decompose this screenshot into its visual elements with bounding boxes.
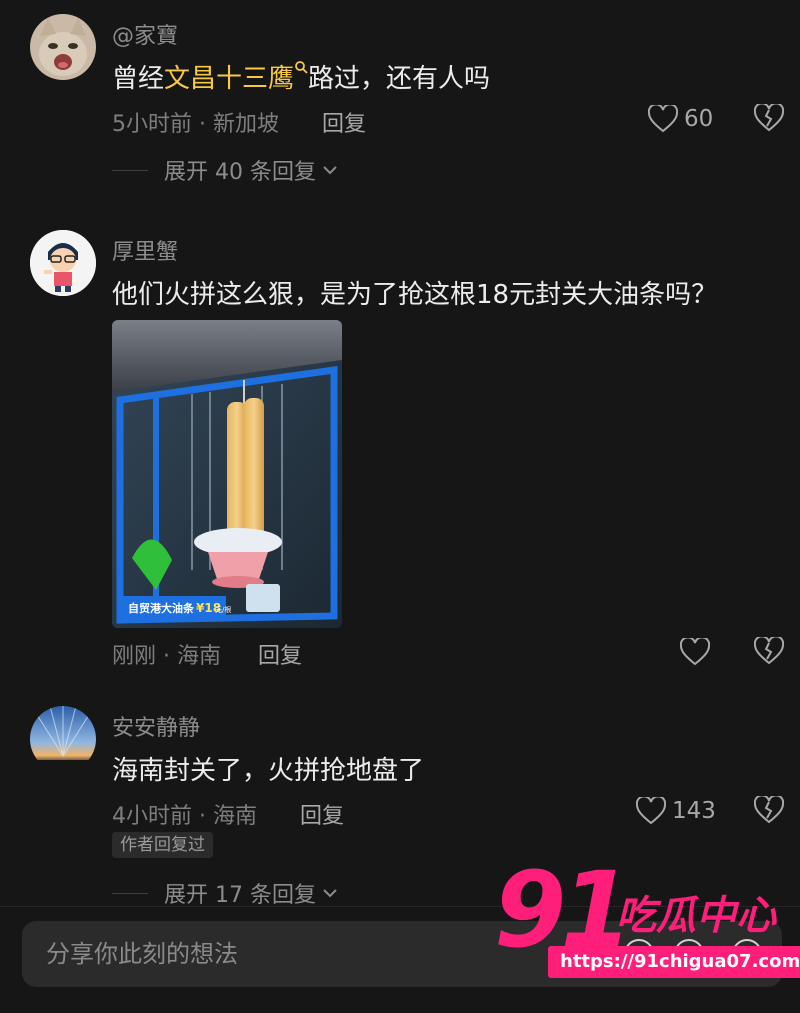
like-button[interactable]: 60: [648, 103, 713, 135]
comment-username[interactable]: 厚里蟹: [112, 234, 178, 266]
comment-meta: 刚刚 · 海南: [112, 644, 221, 669]
reply-button[interactable]: 回复: [300, 798, 344, 830]
expand-replies-button[interactable]: 展开 40 条回复: [112, 154, 338, 186]
comment-input-placeholder: 分享你此刻的想法: [46, 940, 238, 968]
watermark-logo: 91 吃瓜中心 https://91chigua07.com: [494, 858, 800, 982]
reply-button[interactable]: 回复: [258, 638, 302, 670]
broken-heart-icon: [753, 794, 785, 824]
heart-icon: [680, 638, 710, 666]
comment-username[interactable]: 安安静静: [112, 710, 200, 742]
comment-text: 他们火拼这么狠，是为了抢这根18元封关大油条吗？: [112, 280, 718, 310]
avatar-cat[interactable]: [30, 14, 96, 80]
chevron-down-icon: [323, 166, 337, 175]
comment-image[interactable]: 自贸港大油条 ¥18 元/根: [112, 320, 342, 628]
like-count: 143: [672, 798, 716, 824]
author-replied-badge: 作者回复过: [112, 832, 213, 858]
expand-replies-button[interactable]: 展开 17 条回复: [112, 877, 338, 909]
search-tag-link[interactable]: 文昌十三鹰: [164, 64, 294, 94]
comment-username[interactable]: @家寶: [112, 18, 178, 50]
dislike-button[interactable]: [753, 102, 785, 134]
comment-text: 海南封关了，火拼抢地盘了: [112, 756, 425, 786]
avatar-cartoon[interactable]: [30, 230, 96, 296]
like-button[interactable]: 143: [636, 795, 716, 827]
watermark-url: https://91chigua07.com: [548, 946, 800, 978]
comment-meta: 4小时前 · 海南: [112, 804, 257, 829]
heart-icon: [648, 105, 678, 133]
heart-icon: [636, 797, 666, 825]
comment-text-after: 路过，还有人吗: [308, 64, 491, 94]
like-button[interactable]: [680, 636, 710, 668]
divider: [112, 892, 148, 894]
avatar-sunset[interactable]: [30, 706, 96, 772]
chevron-down-icon: [323, 889, 337, 898]
expand-replies-label: 展开 17 条回复: [164, 883, 316, 908]
comment-text: 曾经文昌十三鹰 路过，还有人吗: [112, 58, 490, 95]
image-price-unit: 元/根: [215, 605, 231, 614]
dislike-button[interactable]: [753, 635, 785, 667]
like-count: 60: [684, 106, 714, 132]
image-caption: 自贸港大油条: [128, 601, 195, 615]
dislike-button[interactable]: [753, 794, 785, 826]
broken-heart-icon: [753, 635, 785, 665]
reply-button[interactable]: 回复: [322, 106, 366, 138]
comment-text-before: 曾经: [112, 64, 165, 94]
expand-replies-label: 展开 40 条回复: [164, 160, 316, 185]
comment-meta: 5小时前 · 新加坡: [112, 112, 279, 137]
divider: [112, 169, 148, 171]
watermark-name: 吃瓜中心: [616, 893, 776, 939]
search-icon: [295, 61, 308, 74]
broken-heart-icon: [753, 102, 785, 132]
